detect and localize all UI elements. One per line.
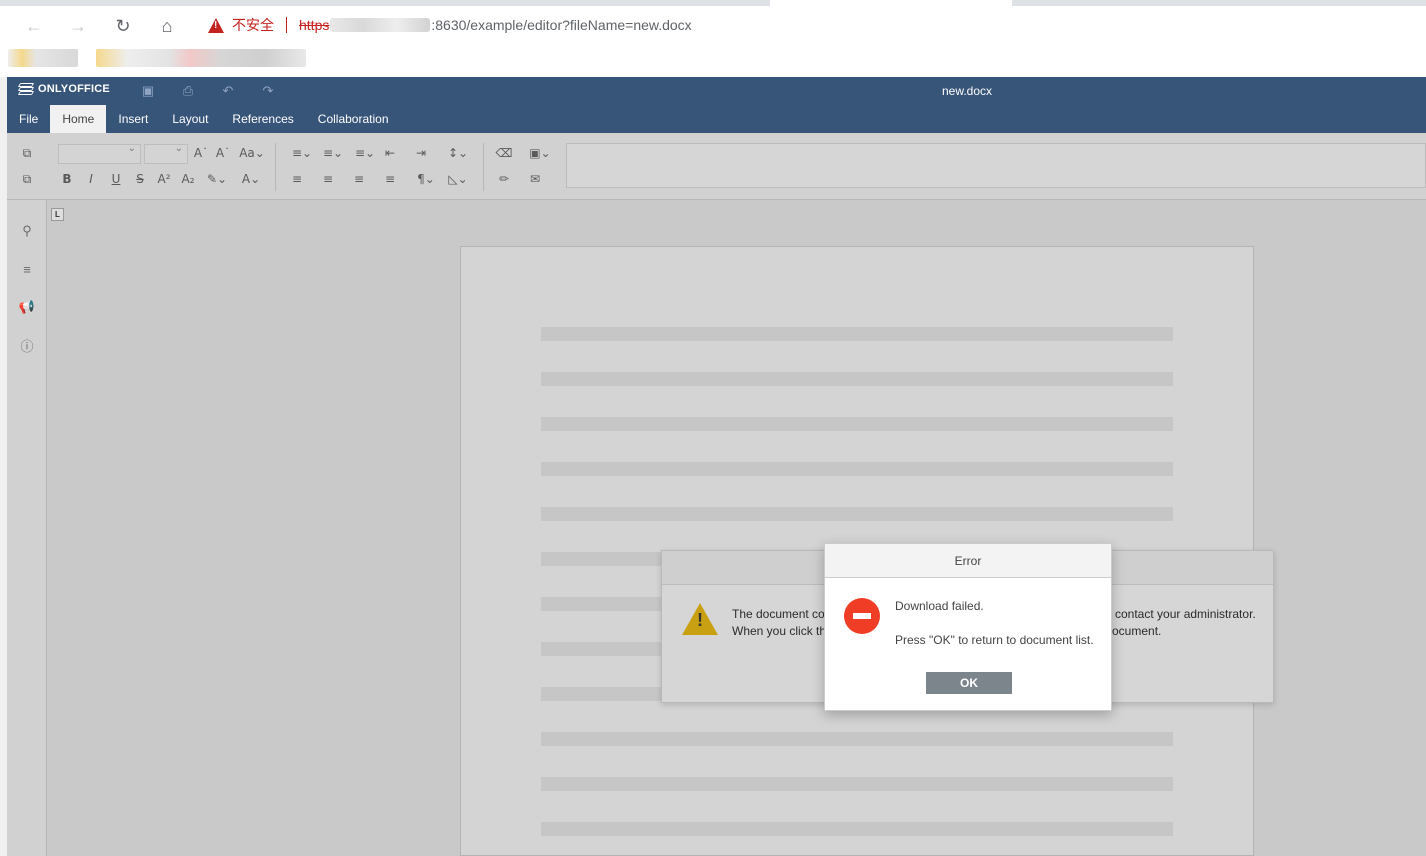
increase-indent-icon[interactable]: ⇥ [412, 144, 430, 162]
styles-gallery[interactable] [566, 143, 1426, 188]
change-case-icon[interactable]: Aa⌄ [238, 144, 266, 162]
brand-name: ONLYOFFICE [38, 83, 110, 95]
mail-merge-icon[interactable]: ✉ [526, 170, 544, 188]
url-scheme: https [299, 17, 330, 33]
font-size-select[interactable] [144, 143, 188, 164]
placeholder-line [541, 777, 1173, 791]
align-left-icon[interactable]: ≡ [288, 170, 306, 188]
warning-text-line1-right: contact your administrator. [1115, 607, 1256, 621]
not-secure-warning-icon [208, 17, 224, 33]
placeholder-line [541, 822, 1173, 836]
shading-icon[interactable]: ◺⌄ [444, 170, 472, 188]
paragraph-marks-icon[interactable]: ¶⌄ [412, 170, 440, 188]
placeholder-line [541, 327, 1173, 341]
toolbar-divider [275, 143, 276, 191]
print-icon[interactable]: ⎙ [180, 83, 196, 99]
error-dialog: Error Download failed. Press "OK" to ret… [824, 543, 1112, 711]
warning-text-line2-left: When you click th [732, 624, 827, 638]
highlight-color-icon[interactable]: ✎⌄ [203, 170, 231, 188]
search-icon[interactable]: ⚲ [18, 222, 36, 240]
save-icon[interactable]: ▣ [140, 83, 156, 99]
placeholder-line [541, 372, 1173, 386]
warning-icon [682, 603, 718, 635]
left-sidebar: ⚲ ≡ 📢 ⓘ [7, 200, 47, 856]
home-toolbar: ⧉ ⧉ A˙ A˙ Aa⌄ B I U S A² A₂ ✎⌄ A⌄ ≡⌄ ≡⌄ … [7, 133, 1426, 200]
redacted-bookmark[interactable] [96, 49, 306, 67]
tab-insert[interactable]: Insert [106, 105, 160, 133]
subscript-icon[interactable]: A₂ [179, 170, 197, 188]
document-title: new.docx [942, 84, 993, 98]
align-right-icon[interactable]: ≡ [350, 170, 368, 188]
font-name-select[interactable] [58, 143, 141, 164]
color-scheme-icon[interactable]: ▣⌄ [526, 144, 554, 162]
font-color-icon[interactable]: A⌄ [237, 170, 265, 188]
justify-icon[interactable]: ≡ [381, 170, 399, 188]
clear-style-icon[interactable]: ⌫ [495, 144, 513, 162]
tab-home[interactable]: Home [50, 105, 107, 133]
redacted-host [330, 18, 431, 32]
decrease-indent-icon[interactable]: ⇤ [381, 144, 399, 162]
italic-icon[interactable]: I [82, 170, 100, 188]
onlyoffice-editor: ONLYOFFICE ▣ ⎙ ↶ ↷ new.docx File Home In… [7, 77, 1426, 856]
line-spacing-icon[interactable]: ↕⌄ [444, 144, 472, 162]
browser-chrome: ← → ↻ ⌂ 不安全 https :8630/example/editor?f… [0, 0, 1426, 77]
onlyoffice-logo: ONLYOFFICE [17, 83, 110, 95]
tab-references[interactable]: References [220, 105, 305, 133]
toolbar-divider [483, 143, 484, 191]
warning-text-line2-right: ocument. [1112, 624, 1162, 638]
placeholder-line [541, 462, 1173, 476]
bold-icon[interactable]: B [58, 170, 76, 188]
error-dialog-title: Error [825, 544, 1111, 578]
home-icon[interactable]: ⌂ [155, 14, 179, 38]
editor-title-bar: ONLYOFFICE ▣ ⎙ ↶ ↷ new.docx [7, 77, 1426, 105]
redacted-bookmark[interactable] [8, 49, 78, 67]
tab-stop-selector[interactable]: L [51, 208, 64, 221]
bookmarks-bar [0, 44, 1426, 77]
redo-icon[interactable]: ↷ [260, 83, 276, 99]
strikethrough-icon[interactable]: S [131, 170, 149, 188]
navigation-icon[interactable]: ≡ [18, 260, 36, 278]
decrease-font-icon[interactable]: A˙ [214, 144, 232, 162]
error-stop-icon [844, 598, 880, 634]
placeholder-line [541, 732, 1173, 746]
tab-layout[interactable]: Layout [160, 105, 220, 133]
multilevel-list-icon[interactable]: ≡⌄ [351, 144, 379, 162]
url-path: :8630/example/editor?fileName=new.docx [431, 17, 692, 33]
copy-style-icon[interactable]: ✏ [495, 170, 513, 188]
tab-file[interactable]: File [7, 105, 50, 133]
feedback-icon[interactable]: 📢 [18, 298, 36, 316]
layers-icon [17, 83, 35, 95]
placeholder-line [541, 507, 1173, 521]
forward-arrow-icon[interactable]: → [66, 14, 90, 38]
menu-tabs: File Home Insert Layout References Colla… [7, 105, 1426, 133]
underline-icon[interactable]: U [107, 170, 125, 188]
back-arrow-icon[interactable]: ← [22, 14, 46, 38]
reload-icon[interactable]: ↻ [111, 14, 135, 38]
undo-icon[interactable]: ↶ [220, 83, 236, 99]
placeholder-line [541, 417, 1173, 431]
not-secure-label: 不安全 [232, 17, 274, 33]
about-info-icon[interactable]: ⓘ [18, 336, 36, 354]
numbered-list-icon[interactable]: ≡⌄ [319, 144, 347, 162]
paste-icon[interactable]: ⧉ [18, 170, 36, 188]
ok-button[interactable]: OK [926, 672, 1012, 694]
navigation-bar: ← → ↻ ⌂ 不安全 https :8630/example/editor?f… [0, 6, 1426, 44]
superscript-icon[interactable]: A² [155, 170, 173, 188]
increase-font-icon[interactable]: A˙ [192, 144, 210, 162]
tab-collaboration[interactable]: Collaboration [306, 105, 401, 133]
address-divider [286, 17, 287, 33]
copy-icon[interactable]: ⧉ [18, 144, 36, 162]
address-bar[interactable]: 不安全 https :8630/example/editor?fileName=… [196, 9, 1426, 41]
error-instruction: Press "OK" to return to document list. [895, 633, 1094, 647]
bullet-list-icon[interactable]: ≡⌄ [288, 144, 316, 162]
align-center-icon[interactable]: ≡ [319, 170, 337, 188]
warning-text-line1-left: The document co [732, 607, 825, 621]
error-message: Download failed. [895, 599, 984, 613]
